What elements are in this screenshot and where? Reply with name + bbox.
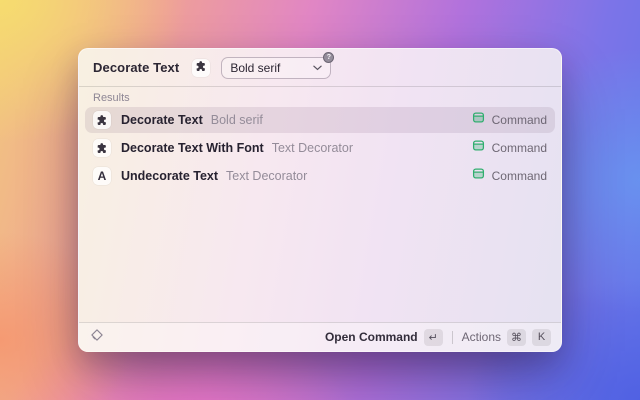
- launcher-window: Decorate Text Bold serif ? Results Decor…: [78, 48, 562, 352]
- result-accessory: Command: [472, 139, 547, 157]
- help-badge: ?: [323, 51, 335, 63]
- actions-label: Actions: [461, 330, 501, 344]
- cmd-keycap: ⌘: [507, 328, 526, 346]
- open-command-button[interactable]: Open Command ↵: [324, 328, 443, 346]
- k-keycap: K: [532, 328, 551, 346]
- result-title: Undecorate Text: [121, 169, 219, 183]
- command-window-icon: [472, 111, 485, 129]
- results-list: Decorate Text Bold serif Command Decorat…: [79, 107, 561, 191]
- raycast-logo-icon: [89, 327, 105, 348]
- action-bar: Open Command ↵ Actions ⌘ K: [79, 322, 561, 351]
- command-title: Decorate Text: [93, 60, 180, 75]
- result-row-decorate-text-with-font[interactable]: Decorate Text With Font Text Decorator C…: [85, 135, 555, 161]
- result-accessory: Command: [472, 111, 547, 129]
- puzzle-icon: [93, 111, 111, 129]
- return-keycap: ↵: [423, 328, 443, 346]
- command-window-icon: [472, 139, 485, 157]
- accessory-label: Command: [491, 113, 547, 127]
- result-row-undecorate-text[interactable]: A Undecorate Text Text Decorator Command: [85, 163, 555, 189]
- result-title: Decorate Text With Font: [121, 141, 264, 155]
- result-accessory: Command: [472, 167, 547, 185]
- result-subtitle: Bold serif: [210, 113, 263, 127]
- command-header: Decorate Text Bold serif ?: [79, 49, 561, 86]
- results-section-label: Results: [93, 92, 130, 104]
- open-command-label: Open Command: [324, 330, 418, 344]
- letter-a-icon: A: [93, 167, 111, 185]
- chevron-down-icon: [313, 65, 323, 71]
- result-subtitle: Text Decorator: [226, 169, 308, 183]
- command-window-icon: [472, 167, 485, 185]
- actions-button[interactable]: Actions ⌘ K: [461, 328, 551, 346]
- footer-separator: [451, 330, 453, 344]
- result-row-decorate-text[interactable]: Decorate Text Bold serif Command: [85, 107, 555, 133]
- accessory-label: Command: [491, 141, 547, 155]
- result-title: Decorate Text: [121, 113, 203, 127]
- puzzle-icon: [195, 59, 207, 77]
- font-style-dropdown[interactable]: Bold serif ?: [221, 51, 335, 79]
- accessory-label: Command: [491, 169, 547, 183]
- puzzle-icon: [93, 139, 111, 157]
- dropdown-value: Bold serif: [230, 60, 281, 75]
- result-subtitle: Text Decorator: [271, 141, 353, 155]
- extension-icon-box: [192, 58, 211, 77]
